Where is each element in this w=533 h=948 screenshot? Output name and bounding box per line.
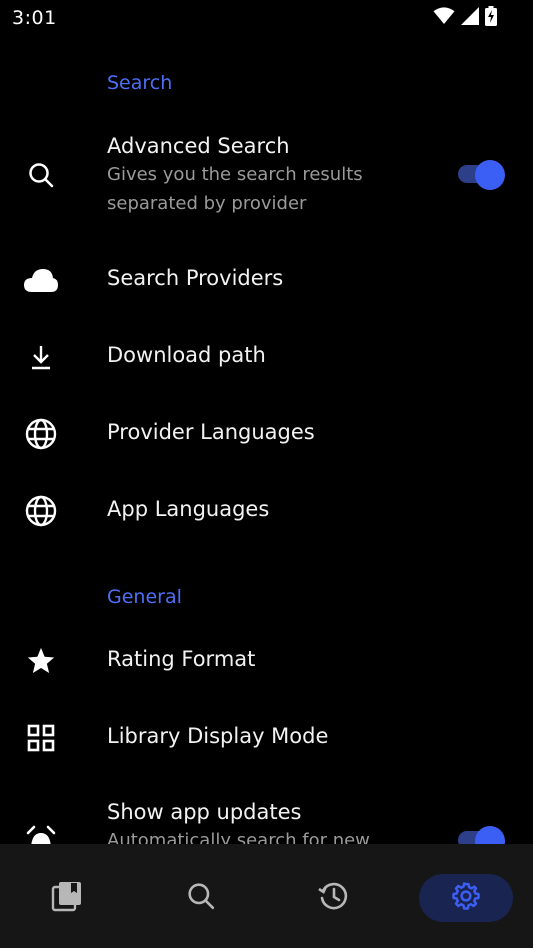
nav-history-button[interactable] — [286, 874, 380, 922]
provider-languages-setting[interactable]: Provider Languages — [0, 398, 533, 470]
globe-icon — [22, 492, 60, 530]
toggle-thumb — [475, 826, 505, 844]
globe-icon — [22, 415, 60, 453]
setting-title: Search Providers — [107, 266, 284, 290]
search-icon — [187, 882, 215, 914]
advanced-search-setting[interactable]: Advanced Search Gives you the search res… — [0, 120, 533, 220]
search-providers-setting[interactable]: Search Providers — [0, 244, 533, 316]
cellular-signal-icon — [461, 7, 479, 29]
nav-library-button[interactable] — [20, 874, 114, 922]
battery-charging-icon — [485, 6, 497, 30]
setting-title: Rating Format — [107, 647, 256, 671]
cloud-icon — [22, 261, 60, 299]
setting-subtitle: Gives you the search results separated b… — [107, 164, 363, 214]
download-icon — [22, 338, 60, 376]
setting-title: Advanced Search — [107, 134, 290, 158]
advanced-search-toggle[interactable] — [458, 158, 506, 190]
history-icon — [317, 880, 349, 916]
setting-title: Library Display Mode — [107, 724, 329, 748]
grid-icon — [22, 719, 60, 757]
library-icon — [51, 880, 83, 916]
rating-format-setting[interactable]: Rating Format — [0, 625, 533, 697]
section-header-search: Search — [107, 72, 173, 94]
show-app-updates-toggle[interactable] — [458, 824, 506, 844]
section-header-general: General — [107, 586, 182, 608]
nav-search-button[interactable] — [154, 874, 248, 922]
status-bar: 3:01 — [0, 0, 533, 36]
settings-list[interactable]: Search Advanced Search Gives you the sea… — [0, 36, 533, 844]
setting-title: App Languages — [107, 497, 270, 521]
show-app-updates-setting[interactable]: Show app updates Automatically search fo… — [0, 786, 533, 844]
library-display-mode-setting[interactable]: Library Display Mode — [0, 702, 533, 774]
alarm-icon — [22, 822, 60, 844]
setting-subtitle: Automatically search for new — [107, 830, 370, 844]
status-icons — [433, 6, 497, 30]
bottom-navigation-bar — [0, 844, 533, 948]
wifi-icon — [433, 7, 455, 29]
setting-title: Provider Languages — [107, 420, 315, 444]
setting-title: Download path — [107, 343, 266, 367]
star-icon — [22, 642, 60, 680]
nav-settings-button[interactable] — [419, 874, 513, 922]
app-languages-setting[interactable]: App Languages — [0, 475, 533, 547]
toggle-thumb — [475, 160, 505, 190]
settings-icon — [451, 881, 481, 915]
status-time: 3:01 — [12, 7, 57, 29]
setting-title: Show app updates — [107, 800, 302, 824]
download-path-setting[interactable]: Download path — [0, 321, 533, 393]
search-icon — [22, 156, 60, 194]
